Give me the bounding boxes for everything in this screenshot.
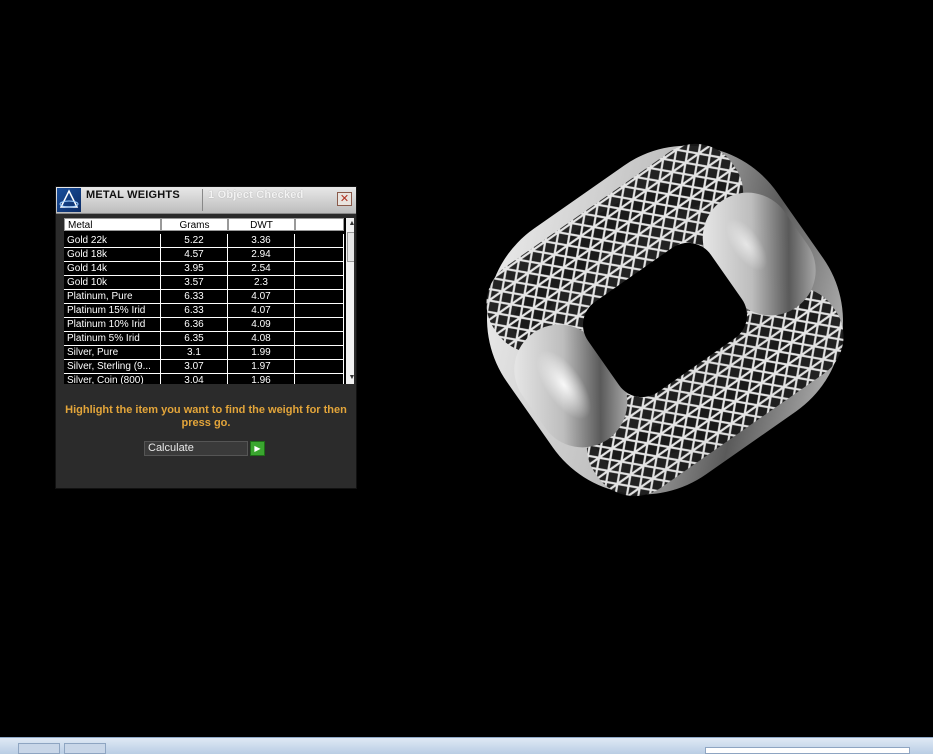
cell-dwt: 3.36: [228, 234, 295, 248]
cell-grams: 6.35: [161, 332, 228, 346]
cell-grams: 3.1: [161, 346, 228, 360]
cell-metal: Platinum 15% Irid: [64, 304, 161, 318]
cell-extra: [295, 248, 344, 262]
cell-dwt: 4.07: [228, 290, 295, 304]
metal-weights-panel: METAL WEIGHTS 1 Object Checked ✕ Metal G…: [56, 187, 356, 488]
taskbar-button-1[interactable]: [18, 743, 60, 754]
cell-metal: Gold 22k: [64, 234, 161, 248]
cell-dwt: 4.09: [228, 318, 295, 332]
taskbar: [0, 737, 933, 754]
cell-extra: [295, 332, 344, 346]
cell-grams: 6.36: [161, 318, 228, 332]
cell-grams: 6.33: [161, 304, 228, 318]
cell-dwt: 2.94: [228, 248, 295, 262]
cell-dwt: 1.99: [228, 346, 295, 360]
table-body: Gold 22k 5.22 3.36 Gold 18k 4.57 2.94 Gold 14k…: [64, 234, 344, 384]
taskbar-button-2[interactable]: [64, 743, 106, 754]
cell-metal: Gold 14k: [64, 262, 161, 276]
column-header-dwt[interactable]: DWT: [228, 218, 295, 231]
cell-grams: 3.95: [161, 262, 228, 276]
column-header-extra[interactable]: [295, 218, 344, 231]
table-row[interactable]: Platinum 5% Irid 6.35 4.08: [64, 332, 344, 346]
cell-grams: 3.04: [161, 374, 228, 384]
table-row[interactable]: Platinum, Pure 6.33 4.07: [64, 290, 344, 304]
3d-viewport[interactable]: METAL WEIGHTS 1 Object Checked ✕ Metal G…: [0, 0, 933, 737]
table-row[interactable]: Platinum 10% Irid 6.36 4.09: [64, 318, 344, 332]
cell-dwt: 1.96: [228, 374, 295, 384]
column-header-metal[interactable]: Metal: [64, 218, 161, 231]
cell-extra: [295, 234, 344, 248]
cell-metal: Silver, Pure: [64, 346, 161, 360]
go-button[interactable]: ▶: [250, 441, 265, 456]
cell-extra: [295, 290, 344, 304]
panel-title: METAL WEIGHTS: [86, 189, 180, 201]
table-row[interactable]: Silver, Sterling (9... 3.07 1.97: [64, 360, 344, 374]
cell-metal: Platinum, Pure: [64, 290, 161, 304]
calculate-field[interactable]: Calculate: [144, 441, 248, 456]
cell-extra: [295, 318, 344, 332]
title-divider: [202, 189, 203, 211]
cell-extra: [295, 304, 344, 318]
cell-grams: 5.22: [161, 234, 228, 248]
column-header-grams[interactable]: Grams: [161, 218, 228, 231]
lattice-ring-model[interactable]: [460, 115, 870, 525]
table-row[interactable]: Platinum 15% Irid 6.33 4.07: [64, 304, 344, 318]
cell-metal: Platinum 5% Irid: [64, 332, 161, 346]
cell-grams: 3.07: [161, 360, 228, 374]
cell-extra: [295, 276, 344, 290]
scroll-thumb[interactable]: [347, 232, 354, 262]
cell-dwt: 4.08: [228, 332, 295, 346]
selection-status: 1 Object Checked: [208, 189, 304, 201]
cell-metal: Platinum 10% Irid: [64, 318, 161, 332]
cell-grams: 3.57: [161, 276, 228, 290]
panel-titlebar[interactable]: METAL WEIGHTS 1 Object Checked ✕: [56, 187, 356, 214]
table-row[interactable]: Gold 14k 3.95 2.54: [64, 262, 344, 276]
table-row[interactable]: Gold 10k 3.57 2.3: [64, 276, 344, 290]
cell-extra: [295, 360, 344, 374]
table-header: Metal Grams DWT: [64, 218, 344, 232]
cell-metal: Silver, Sterling (9...: [64, 360, 161, 374]
app-logo-icon: [57, 188, 81, 212]
close-button[interactable]: ✕: [337, 192, 352, 206]
table-scrollbar[interactable]: ▲ ▼: [346, 218, 354, 384]
table-row[interactable]: Gold 22k 5.22 3.36: [64, 234, 344, 248]
cell-metal: Gold 18k: [64, 248, 161, 262]
go-arrow-icon: ▶: [254, 444, 261, 453]
instruction-text: Highlight the item you want to find the …: [65, 404, 347, 429]
cell-extra: [295, 262, 344, 276]
cell-dwt: 4.07: [228, 304, 295, 318]
cell-dwt: 2.54: [228, 262, 295, 276]
cell-dwt: 2.3: [228, 276, 295, 290]
metal-weights-table[interactable]: Metal Grams DWT Gold 22k 5.22 3.36 Gold 18k…: [64, 218, 354, 384]
cell-dwt: 1.97: [228, 360, 295, 374]
cell-extra: [295, 346, 344, 360]
cell-metal: Gold 10k: [64, 276, 161, 290]
cell-grams: 6.33: [161, 290, 228, 304]
cell-metal: Silver, Coin (800): [64, 374, 161, 384]
cell-extra: [295, 374, 344, 384]
close-icon: ✕: [339, 193, 350, 205]
table-row[interactable]: Silver, Pure 3.1 1.99: [64, 346, 344, 360]
scroll-down-arrow-icon[interactable]: ▼: [346, 372, 354, 384]
table-row[interactable]: Silver, Coin (800) 3.04 1.96: [64, 374, 344, 384]
scroll-up-arrow-icon[interactable]: ▲: [346, 218, 354, 230]
table-row[interactable]: Gold 18k 4.57 2.94: [64, 248, 344, 262]
cell-grams: 4.57: [161, 248, 228, 262]
